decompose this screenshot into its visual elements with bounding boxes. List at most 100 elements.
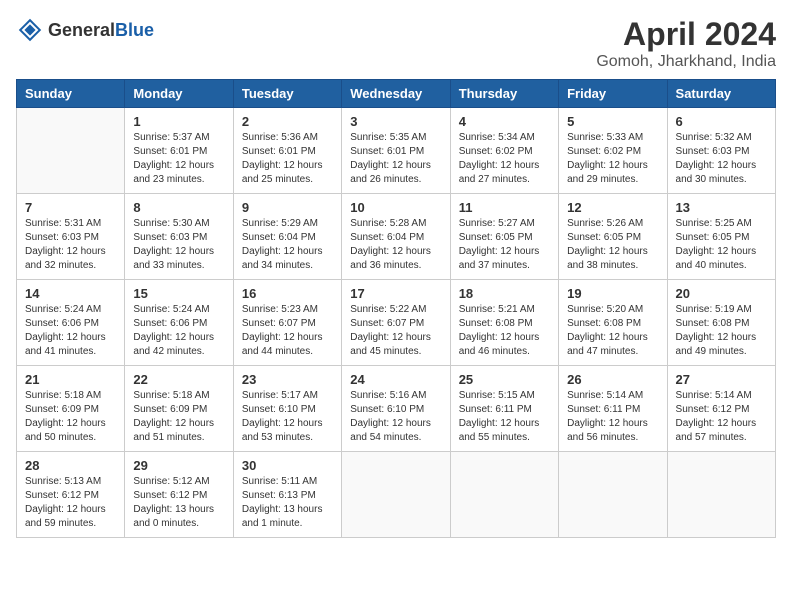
week-row-3: 14 Sunrise: 5:24 AMSunset: 6:06 PMDayligh… <box>17 280 776 366</box>
day-number: 26 <box>567 372 658 387</box>
day-info: Sunrise: 5:35 AMSunset: 6:01 PMDaylight:… <box>350 131 441 187</box>
calendar-cell: 10 Sunrise: 5:28 AMSunset: 6:04 PMDayligh… <box>342 194 450 280</box>
week-row-4: 21 Sunrise: 5:18 AMSunset: 6:09 PMDayligh… <box>17 366 776 452</box>
weekday-header-thursday: Thursday <box>450 80 558 108</box>
calendar-cell: 1 Sunrise: 5:37 AMSunset: 6:01 PMDaylight… <box>125 108 233 194</box>
week-row-2: 7 Sunrise: 5:31 AMSunset: 6:03 PMDaylight… <box>17 194 776 280</box>
day-info: Sunrise: 5:18 AMSunset: 6:09 PMDaylight:… <box>133 389 224 445</box>
calendar-cell: 27 Sunrise: 5:14 AMSunset: 6:12 PMDayligh… <box>667 366 775 452</box>
day-info: Sunrise: 5:23 AMSunset: 6:07 PMDaylight:… <box>242 303 333 359</box>
calendar-cell: 9Sunrise: 5:29 AMSunset: 6:04 PMDaylight… <box>233 194 341 280</box>
day-info: Sunrise: 5:17 AMSunset: 6:10 PMDaylight:… <box>242 389 333 445</box>
week-row-1: 1 Sunrise: 5:37 AMSunset: 6:01 PMDaylight… <box>17 108 776 194</box>
day-info: Sunrise: 5:37 AMSunset: 6:01 PMDaylight:… <box>133 131 224 187</box>
day-info: Sunrise: 5:14 AMSunset: 6:11 PMDaylight:… <box>567 389 658 445</box>
day-number: 17 <box>350 286 441 301</box>
calendar-cell: 21 Sunrise: 5:18 AMSunset: 6:09 PMDayligh… <box>17 366 125 452</box>
day-info: Sunrise: 5:28 AMSunset: 6:04 PMDaylight:… <box>350 217 441 273</box>
day-info: Sunrise: 5:24 AMSunset: 6:06 PMDaylight:… <box>25 303 116 359</box>
day-info: Sunrise: 5:15 AMSunset: 6:11 PMDaylight:… <box>459 389 550 445</box>
calendar-cell: 7 Sunrise: 5:31 AMSunset: 6:03 PMDaylight… <box>17 194 125 280</box>
day-number: 21 <box>25 372 116 387</box>
logo-icon <box>16 16 44 44</box>
day-number: 27 <box>676 372 767 387</box>
day-number: 22 <box>133 372 224 387</box>
day-number: 24 <box>350 372 441 387</box>
calendar-cell: 22 Sunrise: 5:18 AMSunset: 6:09 PMDayligh… <box>125 366 233 452</box>
day-info: Sunrise: 5:36 AMSunset: 6:01 PMDaylight:… <box>242 131 333 187</box>
day-info: Sunrise: 5:25 AMSunset: 6:05 PMDaylight:… <box>676 217 767 273</box>
day-number: 6 <box>676 114 767 129</box>
day-number: 4 <box>459 114 550 129</box>
day-number: 12 <box>567 200 658 215</box>
day-number: 8 <box>133 200 224 215</box>
logo-text: GeneralBlue <box>48 20 154 41</box>
calendar-cell: 12Sunrise: 5:26 AMSunset: 6:05 PMDayligh… <box>559 194 667 280</box>
calendar-cell: 11 Sunrise: 5:27 AMSunset: 6:05 PMDayligh… <box>450 194 558 280</box>
weekday-header-wednesday: Wednesday <box>342 80 450 108</box>
day-number: 14 <box>25 286 116 301</box>
day-info: Sunrise: 5:20 AMSunset: 6:08 PMDaylight:… <box>567 303 658 359</box>
day-number: 2 <box>242 114 333 129</box>
day-number: 20 <box>676 286 767 301</box>
calendar-cell <box>450 452 558 538</box>
day-info: Sunrise: 5:19 AMSunset: 6:08 PMDaylight:… <box>676 303 767 359</box>
calendar-cell: 15 Sunrise: 5:24 AMSunset: 6:06 PMDayligh… <box>125 280 233 366</box>
day-info: Sunrise: 5:11 AMSunset: 6:13 PMDaylight:… <box>242 475 333 531</box>
logo: GeneralBlue <box>16 16 154 44</box>
calendar-cell: 16Sunrise: 5:23 AMSunset: 6:07 PMDayligh… <box>233 280 341 366</box>
day-info: Sunrise: 5:13 AMSunset: 6:12 PMDaylight:… <box>25 475 116 531</box>
calendar-cell: 30 Sunrise: 5:11 AMSunset: 6:13 PMDayligh… <box>233 452 341 538</box>
day-info: Sunrise: 5:32 AMSunset: 6:03 PMDaylight:… <box>676 131 767 187</box>
calendar-cell <box>17 108 125 194</box>
calendar-cell: 13Sunrise: 5:25 AMSunset: 6:05 PMDayligh… <box>667 194 775 280</box>
day-number: 7 <box>25 200 116 215</box>
calendar-cell: 14 Sunrise: 5:24 AMSunset: 6:06 PMDayligh… <box>17 280 125 366</box>
calendar-cell <box>559 452 667 538</box>
calendar-cell: 20 Sunrise: 5:19 AMSunset: 6:08 PMDayligh… <box>667 280 775 366</box>
calendar-cell: 25Sunrise: 5:15 AMSunset: 6:11 PMDayligh… <box>450 366 558 452</box>
calendar-cell: 6 Sunrise: 5:32 AMSunset: 6:03 PMDaylight… <box>667 108 775 194</box>
calendar-cell: 29Sunrise: 5:12 AMSunset: 6:12 PMDayligh… <box>125 452 233 538</box>
weekday-header-saturday: Saturday <box>667 80 775 108</box>
day-number: 28 <box>25 458 116 473</box>
day-number: 11 <box>459 200 550 215</box>
day-number: 10 <box>350 200 441 215</box>
day-number: 15 <box>133 286 224 301</box>
day-info: Sunrise: 5:24 AMSunset: 6:06 PMDaylight:… <box>133 303 224 359</box>
calendar-cell: 3 Sunrise: 5:35 AMSunset: 6:01 PMDaylight… <box>342 108 450 194</box>
calendar-cell: 5Sunrise: 5:33 AMSunset: 6:02 PMDaylight… <box>559 108 667 194</box>
day-info: Sunrise: 5:14 AMSunset: 6:12 PMDaylight:… <box>676 389 767 445</box>
weekday-header-friday: Friday <box>559 80 667 108</box>
calendar-cell: 18Sunrise: 5:21 AMSunset: 6:08 PMDayligh… <box>450 280 558 366</box>
calendar-cell: 2 Sunrise: 5:36 AMSunset: 6:01 PMDaylight… <box>233 108 341 194</box>
day-info: Sunrise: 5:16 AMSunset: 6:10 PMDaylight:… <box>350 389 441 445</box>
calendar-cell: 26 Sunrise: 5:14 AMSunset: 6:11 PMDayligh… <box>559 366 667 452</box>
day-number: 23 <box>242 372 333 387</box>
day-info: Sunrise: 5:31 AMSunset: 6:03 PMDaylight:… <box>25 217 116 273</box>
calendar-cell: 4 Sunrise: 5:34 AMSunset: 6:02 PMDaylight… <box>450 108 558 194</box>
day-info: Sunrise: 5:29 AMSunset: 6:04 PMDaylight:… <box>242 217 333 273</box>
day-info: Sunrise: 5:30 AMSunset: 6:03 PMDaylight:… <box>133 217 224 273</box>
week-row-5: 28 Sunrise: 5:13 AMSunset: 6:12 PMDayligh… <box>17 452 776 538</box>
day-number: 3 <box>350 114 441 129</box>
day-info: Sunrise: 5:18 AMSunset: 6:09 PMDaylight:… <box>25 389 116 445</box>
weekday-header-monday: Monday <box>125 80 233 108</box>
weekday-header-row: SundayMondayTuesdayWednesdayThursdayFrid… <box>17 80 776 108</box>
day-number: 19 <box>567 286 658 301</box>
calendar-table: SundayMondayTuesdayWednesdayThursdayFrid… <box>16 79 776 538</box>
calendar-cell: 24 Sunrise: 5:16 AMSunset: 6:10 PMDayligh… <box>342 366 450 452</box>
day-number: 1 <box>133 114 224 129</box>
day-info: Sunrise: 5:12 AMSunset: 6:12 PMDaylight:… <box>133 475 224 531</box>
day-info: Sunrise: 5:27 AMSunset: 6:05 PMDaylight:… <box>459 217 550 273</box>
calendar-cell: 23 Sunrise: 5:17 AMSunset: 6:10 PMDayligh… <box>233 366 341 452</box>
main-title: April 2024 <box>596 16 776 53</box>
day-number: 5 <box>567 114 658 129</box>
subtitle: Gomoh, Jharkhand, India <box>596 53 776 71</box>
day-number: 30 <box>242 458 333 473</box>
calendar-cell: 19 Sunrise: 5:20 AMSunset: 6:08 PMDayligh… <box>559 280 667 366</box>
weekday-header-tuesday: Tuesday <box>233 80 341 108</box>
title-block: April 2024 Gomoh, Jharkhand, India <box>596 16 776 71</box>
day-info: Sunrise: 5:34 AMSunset: 6:02 PMDaylight:… <box>459 131 550 187</box>
calendar-cell <box>342 452 450 538</box>
